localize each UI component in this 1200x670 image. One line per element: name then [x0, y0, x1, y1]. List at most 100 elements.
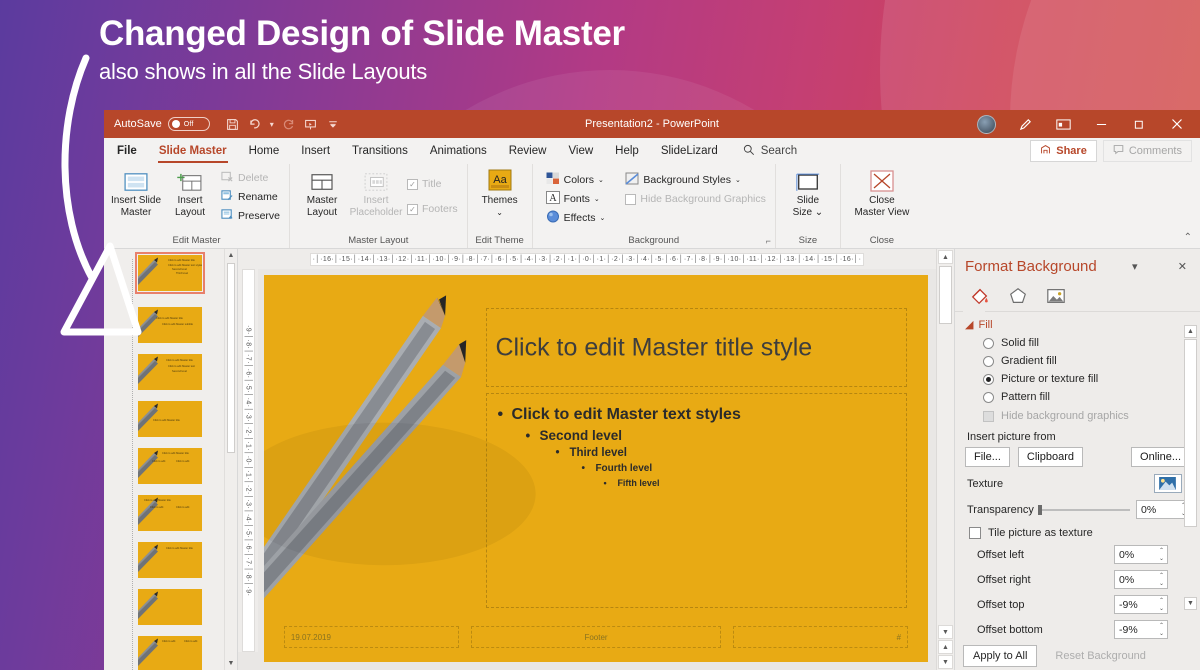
texture-picker-button[interactable]	[1153, 474, 1182, 493]
thumbnail-scroll-down-icon[interactable]: ▼	[225, 657, 237, 670]
minimize-button[interactable]	[1082, 110, 1120, 138]
transparency-spinner[interactable]: 0% ⌃⌄	[1136, 500, 1190, 519]
fonts-button[interactable]: A Fonts ⌄	[543, 190, 609, 208]
slide-scroll-down-icon[interactable]: ▼	[938, 625, 953, 639]
solid-fill-radio-row[interactable]: Solid fill	[983, 337, 1190, 349]
slide-number-placeholder[interactable]: #	[733, 626, 909, 649]
slide-vertical-scrollbar[interactable]: ▲ ▼ ▲ ▼	[936, 249, 954, 670]
redo-icon[interactable]	[278, 113, 300, 135]
slide-scroll-up-icon[interactable]: ▲	[938, 250, 953, 264]
insert-from-file-button[interactable]: File...	[965, 447, 1010, 467]
tab-transitions[interactable]: Transitions	[341, 138, 419, 164]
offset-left-spinner-arrows-icon[interactable]: ⌃ ⌄	[1159, 547, 1164, 563]
restore-button[interactable]	[1120, 110, 1158, 138]
thumbnail-layout-4[interactable]: Click to edit Master title Click to edit…	[138, 448, 202, 484]
thumbnail-scroll-thumb[interactable]	[227, 263, 235, 453]
tab-review[interactable]: Review	[498, 138, 558, 164]
offset-right-spinner[interactable]: 0% ⌃ ⌄	[1114, 570, 1168, 589]
vertical-ruler[interactable]: ·9·│·8·│·7·│·6·│·5·│·4·│·3·│·2·│·1·│·0·│…	[238, 269, 258, 652]
effects-tab-icon[interactable]	[1005, 285, 1031, 307]
pattern-fill-radio-row[interactable]: Pattern fill	[983, 391, 1190, 403]
colors-button[interactable]: Colors ⌄	[543, 171, 609, 189]
pen-icon[interactable]	[1006, 110, 1044, 138]
picture-or-texture-fill-radio-row[interactable]: Picture or texture fill	[983, 373, 1190, 385]
insert-from-online-button[interactable]: Online...	[1131, 447, 1190, 467]
previous-slide-icon[interactable]: ▲	[938, 640, 953, 654]
master-layout-button[interactable]: Master Layout	[296, 167, 348, 219]
tab-slidelizard[interactable]: SlideLizard	[650, 138, 729, 164]
slide-scroll-thumb[interactable]	[939, 266, 952, 324]
offset-bottom-spinner[interactable]: -9% ⌃ ⌄	[1114, 620, 1168, 639]
offset-top-spinner-arrows-icon[interactable]: ⌃ ⌄	[1159, 597, 1164, 613]
tab-help[interactable]: Help	[604, 138, 650, 164]
share-button[interactable]: Share	[1030, 140, 1097, 162]
pane-scroll-down-icon[interactable]: ▼	[1184, 597, 1197, 610]
pane-options-caret-icon[interactable]: ▾	[1127, 260, 1143, 273]
undo-caret-icon[interactable]: ▾	[266, 113, 278, 135]
thumbnail-layout-2[interactable]: Click to edit Master title Click to edit…	[138, 354, 202, 390]
date-placeholder[interactable]: 19.07.2019	[283, 626, 459, 649]
ribbon-display-options-icon[interactable]	[1044, 110, 1082, 138]
gradient-fill-radio[interactable]	[983, 355, 994, 367]
fill-tab-icon[interactable]	[967, 285, 993, 307]
picture-tab-icon[interactable]	[1043, 285, 1069, 307]
collapse-ribbon-icon[interactable]: ⌃	[1184, 232, 1192, 243]
insert-slide-master-button[interactable]: Insert Slide Master	[110, 167, 162, 219]
thumbnail-master[interactable]: Click to edit Master title Click to edit…	[135, 252, 205, 294]
slide-size-button[interactable]: Slide Size ⌄	[782, 167, 834, 219]
offset-left-spinner[interactable]: 0% ⌃ ⌄	[1114, 545, 1168, 564]
themes-button[interactable]: Aa Themes ⌄	[474, 167, 526, 219]
offset-right-spinner-arrows-icon[interactable]: ⌃ ⌄	[1159, 572, 1164, 588]
tile-picture-checkbox[interactable]	[969, 527, 981, 539]
pane-close-icon[interactable]: ✕	[1173, 260, 1192, 273]
transparency-slider[interactable]	[1037, 504, 1130, 515]
pane-scroll-thumb[interactable]	[1184, 339, 1197, 527]
offset-bottom-spinner-arrows-icon[interactable]: ⌃ ⌄	[1159, 622, 1164, 638]
thumbnail-layout-6[interactable]: Click to edit Master title	[138, 542, 202, 578]
close-master-view-button[interactable]: Close Master View	[847, 167, 917, 219]
tab-slide-master[interactable]: Slide Master	[148, 138, 238, 164]
undo-icon[interactable]	[244, 113, 266, 135]
footer-placeholder[interactable]: Footer	[471, 626, 721, 649]
customize-qat-icon[interactable]	[322, 113, 344, 135]
thumbnail-scroll-up-icon[interactable]: ▲	[225, 249, 237, 262]
tab-file[interactable]: File	[106, 138, 148, 164]
slide-thumbnail-pane[interactable]: 1 Click to edit Master title Click to ed…	[104, 249, 238, 670]
autosave-toggle[interactable]: Off	[167, 117, 210, 131]
thumbnail-layout-1[interactable]: Click to edit Master title Click to edit…	[138, 307, 202, 343]
next-slide-icon[interactable]: ▼	[938, 655, 953, 669]
solid-fill-radio[interactable]	[983, 337, 994, 349]
format-background-scrollbar[interactable]: ▲ ▼	[1184, 325, 1197, 610]
thumbnail-layout-5[interactable]: Click to edit Master title Click to edit…	[138, 495, 202, 531]
preserve-master-button[interactable]: Preserve	[218, 207, 283, 225]
rename-master-button[interactable]: Rename	[218, 188, 283, 206]
start-presentation-icon[interactable]	[300, 113, 322, 135]
avatar[interactable]	[977, 114, 996, 134]
slide-master-canvas[interactable]: Click to edit Master title style Click t…	[264, 275, 928, 662]
themes-caret-icon[interactable]: ⌄	[496, 207, 503, 219]
horizontal-ruler[interactable]: ·│·16·│·15·│·14·│·13·│·12·│·11·│·10·│·9·…	[238, 249, 936, 269]
background-dialog-launcher-icon[interactable]: ⌐	[766, 236, 771, 246]
comments-button[interactable]: Comments	[1102, 140, 1192, 162]
tab-view[interactable]: View	[557, 138, 604, 164]
insert-layout-button[interactable]: Insert Layout	[164, 167, 216, 219]
apply-to-all-button[interactable]: Apply to All	[963, 645, 1038, 667]
fill-section-title[interactable]: ◢ Fill	[965, 318, 1190, 332]
close-button[interactable]	[1158, 110, 1196, 138]
gradient-fill-radio-row[interactable]: Gradient fill	[983, 355, 1190, 367]
save-icon[interactable]	[222, 113, 244, 135]
title-placeholder[interactable]: Click to edit Master title style	[486, 307, 907, 388]
pane-scroll-up-icon[interactable]: ▲	[1184, 325, 1197, 338]
pattern-fill-radio[interactable]	[983, 391, 994, 403]
transparency-slider-handle[interactable]	[1037, 504, 1042, 515]
picture-or-texture-fill-radio[interactable]	[983, 373, 994, 385]
thumbnail-layout-3[interactable]: Click to edit Master title	[138, 401, 202, 437]
search-input[interactable]: Search	[743, 138, 797, 164]
body-placeholder[interactable]: Click to edit Master text styles Second …	[486, 393, 907, 608]
offset-top-spinner[interactable]: -9% ⌃ ⌄	[1114, 595, 1168, 614]
background-styles-button[interactable]: Background Styles ⌄	[622, 171, 768, 189]
tab-home[interactable]: Home	[238, 138, 291, 164]
effects-button[interactable]: Effects ⌄	[543, 209, 609, 227]
insert-from-clipboard-button[interactable]: Clipboard	[1017, 447, 1083, 467]
thumbnail-scrollbar[interactable]: ▲ ▼	[224, 249, 237, 670]
